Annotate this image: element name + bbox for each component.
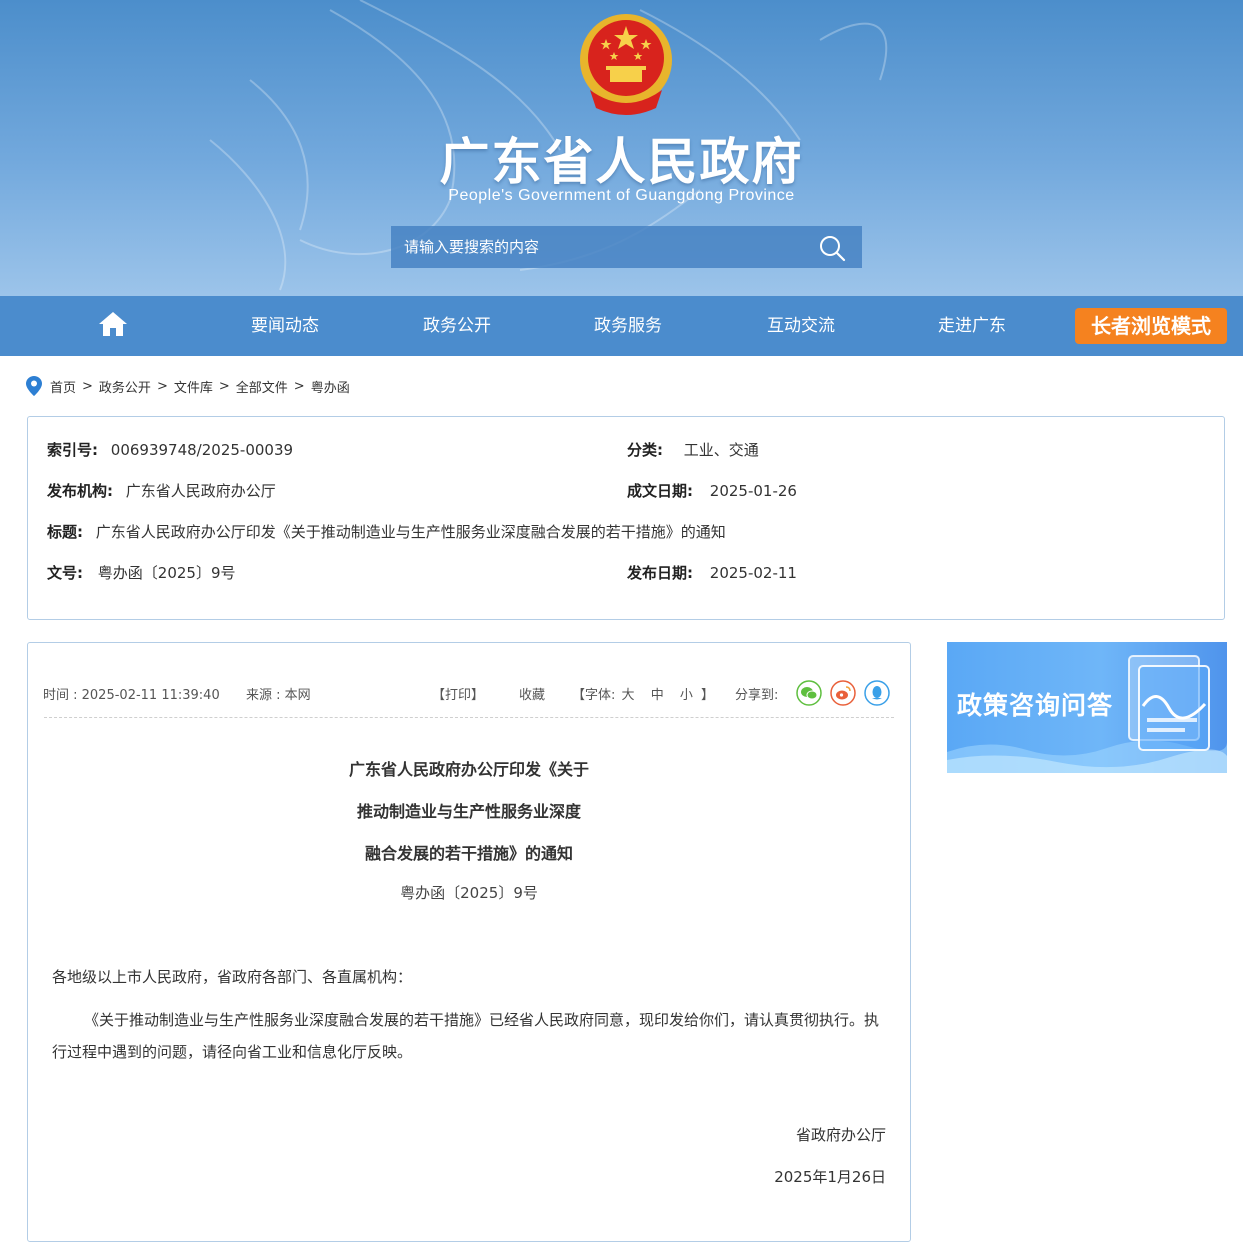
favorite-link[interactable]: 收藏 — [519, 684, 545, 703]
wechat-share-icon[interactable] — [796, 680, 822, 706]
breadcrumb-separator: > — [218, 378, 230, 394]
article-panel — [27, 642, 911, 1242]
font-small-link[interactable]: 小 — [680, 688, 693, 703]
meta-created-value: 2025-01-26 — [709, 482, 797, 500]
breadcrumb-gov-affairs[interactable]: 政务公开 — [99, 377, 151, 396]
meta-title-value: 广东省人民政府办公厅印发《关于推动制造业与生产性服务业深度融合发展的若干措施》的… — [95, 523, 726, 541]
meta-doc-number: 文号: 粤办函〔2025〕9号 — [47, 562, 236, 583]
site-title: 广东省人民政府 — [439, 133, 804, 191]
meta-published-date: 发布日期: 2025-02-11 — [627, 562, 797, 583]
breadcrumb-separator: > — [156, 378, 168, 394]
body-paragraph: 《关于推动制造业与生产性服务业深度融合发展的若干措施》已经省人民政府同意，现印发… — [52, 1011, 880, 1061]
font-large-link[interactable]: 大 — [622, 688, 635, 703]
breadcrumb-separator: > — [82, 378, 93, 394]
meta-category: 分类: 工业、交通 — [627, 439, 759, 460]
meta-category-value: 工业、交通 — [683, 441, 759, 459]
font-prefix: 【字体: — [572, 688, 616, 703]
meta-created-label: 成文日期: — [627, 482, 693, 500]
search-input[interactable] — [391, 226, 811, 268]
nav-news[interactable]: 要闻动态 — [220, 296, 350, 356]
nav-services[interactable]: 政务服务 — [563, 296, 693, 356]
meta-publisher: 发布机构: 广东省人民政府办公厅 — [47, 480, 276, 501]
breadcrumb: 首页 > 政务公开 > 文件库 > 全部文件 > 粤办函 — [26, 376, 350, 396]
weibo-share-icon[interactable] — [830, 680, 856, 706]
breadcrumb-current[interactable]: 粤办函 — [311, 377, 350, 396]
home-icon — [99, 312, 127, 336]
meta-category-label: 分类: — [627, 441, 663, 459]
meta-published-value: 2025-02-11 — [709, 564, 797, 582]
national-emblem-icon — [580, 14, 672, 115]
breadcrumb-separator: > — [293, 378, 305, 394]
qq-share-icon[interactable] — [864, 680, 890, 706]
banner-title: 政策咨询问答 — [957, 691, 1114, 720]
meta-docno-label: 文号: — [47, 564, 83, 582]
breadcrumb-all-files[interactable]: 全部文件 — [236, 377, 288, 396]
article-source: 来源 : 本网 — [246, 688, 311, 703]
meta-publisher-label: 发布机构: — [47, 482, 113, 500]
breadcrumb-home[interactable]: 首页 — [50, 377, 76, 396]
meta-published-label: 发布日期: — [627, 564, 693, 582]
signature-date: 2025年1月26日 — [774, 1168, 886, 1186]
nav-interaction[interactable]: 互动交流 — [736, 296, 866, 356]
salutation: 各地级以上市人民政府，省政府各部门、各直属机构： — [52, 968, 413, 986]
nav-about-guangdong[interactable]: 走进广东 — [907, 296, 1037, 356]
meta-index-label: 索引号: — [47, 441, 98, 459]
search-box — [391, 226, 862, 268]
nav-home[interactable] — [70, 296, 156, 356]
meta-docno-value: 粤办函〔2025〕9号 — [97, 564, 236, 582]
location-pin-icon — [26, 376, 42, 396]
search-icon[interactable] — [818, 234, 846, 262]
doc-title-line-2: 推动制造业与生产性服务业深度 — [356, 802, 581, 821]
site-header: 广东省人民政府 People's Government of Guangdong… — [0, 0, 1243, 296]
meta-title-label: 标题: — [47, 523, 83, 541]
font-suffix: 】 — [701, 688, 715, 703]
font-size-control: 【字体: 大 中 小 】 — [572, 684, 714, 703]
info-divider — [44, 717, 894, 718]
print-link[interactable]: 【打印】 — [432, 684, 484, 703]
nav-gov-affairs[interactable]: 政务公开 — [392, 296, 522, 356]
font-medium-link[interactable]: 中 — [651, 688, 664, 703]
article-time: 时间 : 2025-02-11 11:39:40 — [43, 688, 220, 703]
main-nav: 要闻动态 政务公开 政务服务 互动交流 走进广东 — [0, 296, 1243, 356]
policy-qa-banner[interactable]: 政策咨询问答 — [947, 642, 1227, 773]
meta-title: 标题: 广东省人民政府办公厅印发《关于推动制造业与生产性服务业深度融合发展的若干… — [47, 521, 726, 542]
doc-title-line-3: 融合发展的若干措施》的通知 — [364, 844, 573, 863]
share-label: 分享到: — [735, 688, 779, 703]
meta-index-value: 006939748/2025-00039 — [110, 441, 294, 459]
breadcrumb-file-library[interactable]: 文件库 — [174, 377, 213, 396]
doc-title-line-1: 广东省人民政府办公厅印发《关于 — [348, 760, 589, 779]
meta-index: 索引号: 006939748/2025-00039 — [47, 439, 293, 460]
site-subtitle: People's Government of Guangdong Provinc… — [448, 187, 795, 204]
meta-created-date: 成文日期: 2025-01-26 — [627, 480, 797, 501]
elder-mode-button[interactable]: 长者浏览模式 — [1075, 308, 1227, 344]
doc-number: 粤办函〔2025〕9号 — [400, 884, 538, 902]
meta-publisher-value: 广东省人民政府办公厅 — [125, 482, 276, 500]
signature: 省政府办公厅 — [795, 1126, 886, 1144]
